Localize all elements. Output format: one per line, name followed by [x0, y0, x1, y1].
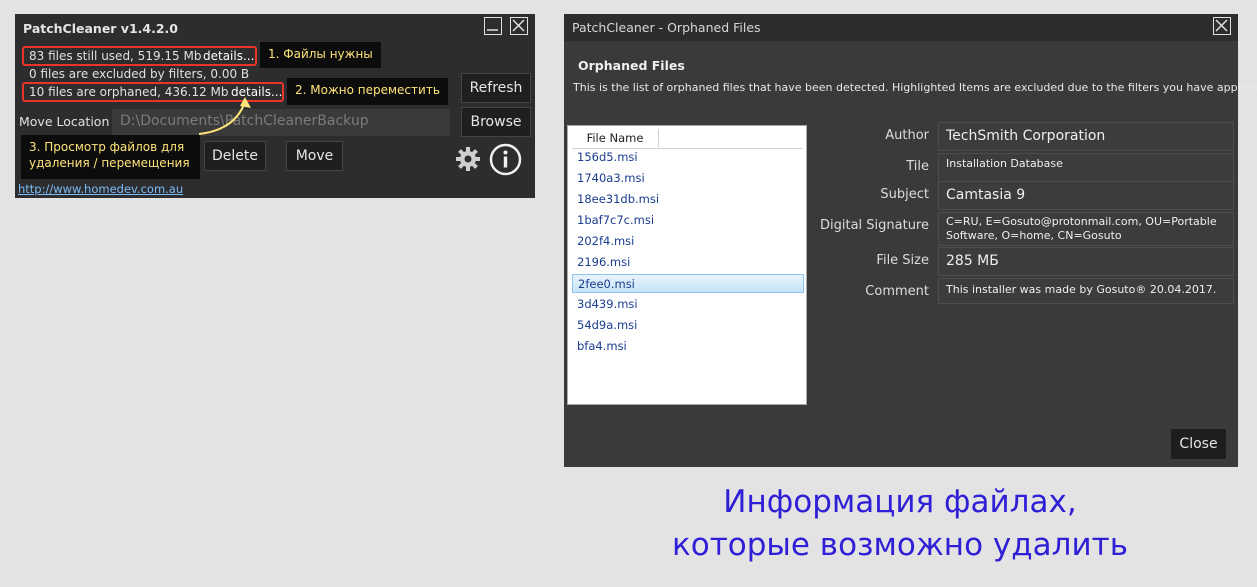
file-list-item[interactable]: 18ee31db.msi	[572, 190, 804, 209]
annotation-arrow-icon	[198, 97, 251, 135]
close-icon	[1215, 19, 1228, 32]
settings-gear-icon[interactable]	[455, 146, 481, 172]
info-icon[interactable]	[489, 143, 522, 176]
list-header: File Name	[572, 129, 802, 149]
orphaned-heading: Orphaned Files	[578, 58, 685, 73]
digital-signature-label: Digital Signature	[819, 218, 929, 233]
close-window-button[interactable]	[510, 17, 528, 35]
minimize-button[interactable]	[484, 17, 502, 35]
dialog-close-x-button[interactable]	[1213, 17, 1231, 35]
callout-view-files: 3. Просмотр файлов для удаления / переме…	[21, 135, 200, 179]
subject-label: Subject	[880, 187, 929, 202]
move-button[interactable]: Move	[286, 141, 343, 171]
file-list-item[interactable]: 1740a3.msi	[572, 169, 804, 188]
file-size-value: 285 МБ	[938, 247, 1234, 276]
tile-value: Installation Database	[938, 153, 1234, 182]
files-excluded-text: 0 files are excluded by filters, 0.00 B	[29, 67, 250, 81]
patchcleaner-main-window: PatchCleaner v1.4.2.0 83 files still use…	[15, 14, 535, 198]
file-list-item[interactable]: 156d5.msi	[572, 148, 804, 167]
file-list-item[interactable]: bfa4.msi	[572, 337, 804, 356]
file-list-item-selected[interactable]: 2fee0.msi	[572, 274, 804, 293]
file-name-column-header[interactable]: File Name	[572, 129, 659, 147]
callout-view-files-line2: удаления / перемещения	[29, 156, 190, 170]
author-value: TechSmith Corporation	[938, 122, 1234, 151]
digital-signature-value: C=RU, E=Gosuto@protonmail.com, OU=Portab…	[938, 212, 1234, 246]
tile-label: Tile	[906, 159, 929, 174]
website-link[interactable]: http://www.homedev.com.au	[18, 182, 183, 196]
files-still-used-text: 83 files still used, 519.15 Mb	[29, 49, 202, 63]
comment-label: Comment	[865, 284, 929, 299]
comment-value: This installer was made by Gosuto® 20.04…	[938, 278, 1234, 304]
refresh-button[interactable]: Refresh	[461, 73, 531, 103]
file-list-item[interactable]: 54d9a.msi	[572, 316, 804, 335]
file-list-item[interactable]: 3d439.msi	[572, 295, 804, 314]
caption-line-1: Информация файлах,	[723, 484, 1077, 520]
callout-view-files-line1: 3. Просмотр файлов для	[29, 140, 185, 154]
orphaned-description: This is the list of orphaned files that …	[573, 81, 1257, 94]
subject-value: Camtasia 9	[938, 181, 1234, 210]
close-icon	[512, 19, 525, 32]
orphaned-file-list[interactable]: File Name 156d5.msi 1740a3.msi 18ee31db.…	[567, 125, 807, 405]
main-window-title: PatchCleaner v1.4.2.0	[23, 21, 178, 36]
file-list-item[interactable]: 202f4.msi	[572, 232, 804, 251]
delete-button[interactable]: Delete	[204, 141, 266, 171]
orphaned-files-dialog: PatchCleaner - Orphaned Files Orphaned F…	[564, 14, 1257, 467]
caption-line-2: которые возможно удалить	[672, 527, 1128, 563]
dialog-titlebar: PatchCleaner - Orphaned Files	[564, 14, 1238, 41]
dialog-close-button[interactable]: Close	[1171, 429, 1226, 459]
file-size-label: File Size	[876, 253, 929, 268]
minimize-icon	[487, 29, 498, 31]
move-location-input[interactable]: D:\Documents\PatchCleanerBackup	[112, 109, 450, 136]
author-label: Author	[885, 128, 929, 143]
still-used-details-link[interactable]: details...	[203, 49, 254, 63]
browse-button[interactable]: Browse	[461, 107, 531, 137]
move-location-label: Move Location	[19, 114, 110, 129]
file-list-item[interactable]: 2196.msi	[572, 253, 804, 272]
callout-can-move: 2. Можно переместить	[287, 78, 448, 105]
callout-files-needed: 1. Файлы нужны	[260, 42, 381, 68]
dialog-title: PatchCleaner - Orphaned Files	[572, 20, 761, 35]
file-list-item[interactable]: 1baf7c7c.msi	[572, 211, 804, 230]
